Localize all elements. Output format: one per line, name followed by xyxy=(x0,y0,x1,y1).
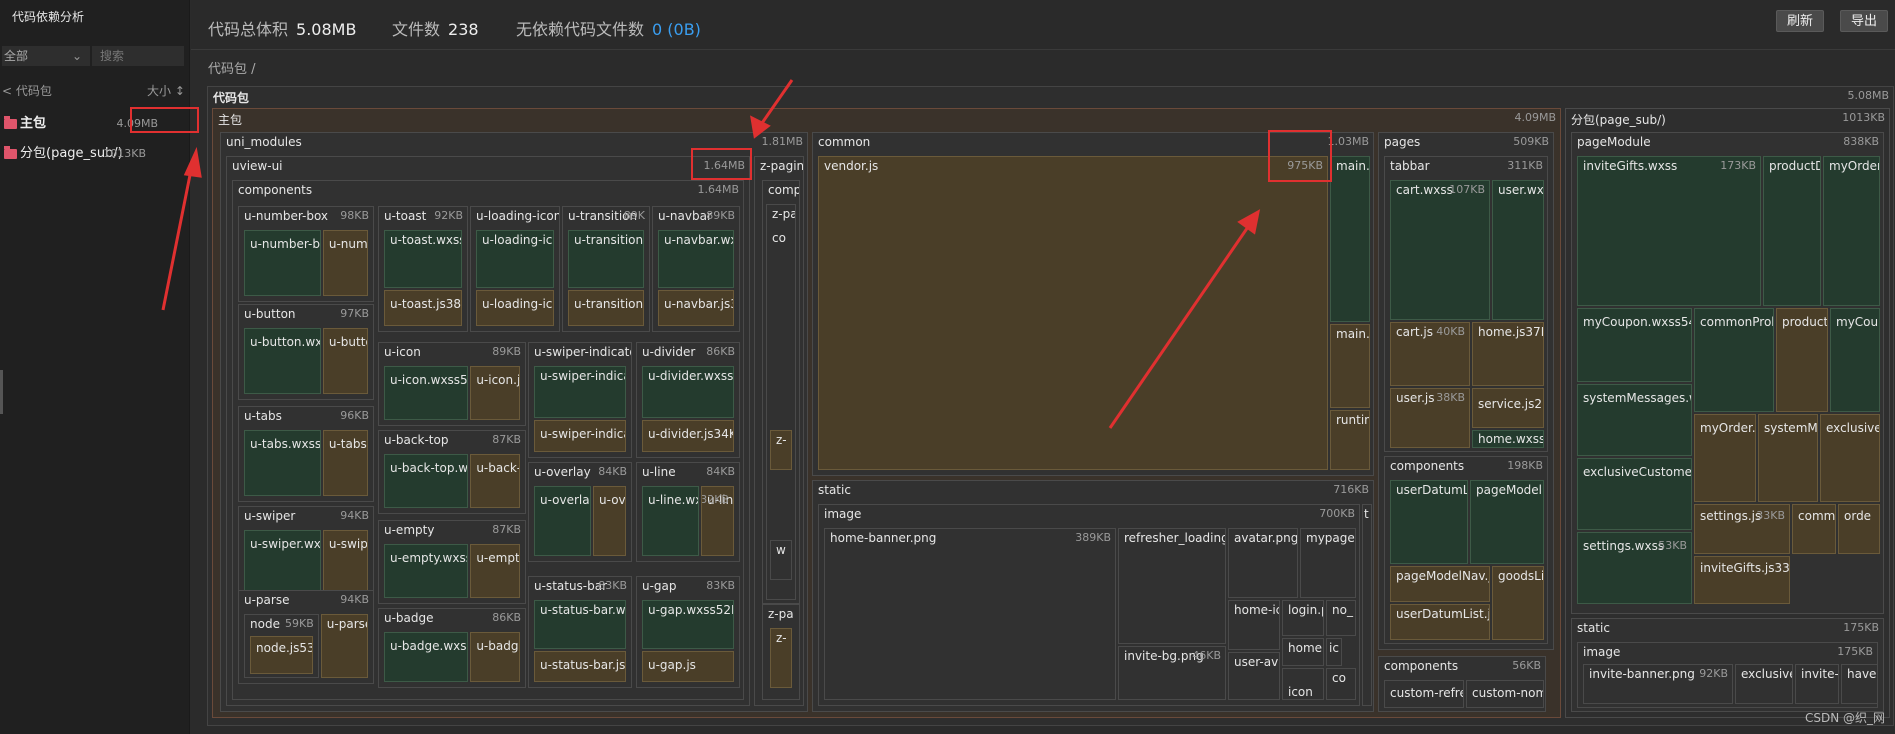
arrow-head xyxy=(1237,209,1261,235)
annotation-arrows xyxy=(161,79,1261,429)
arrow-line xyxy=(758,79,794,127)
arrow-line xyxy=(1108,223,1252,429)
arrow-line xyxy=(161,159,195,311)
watermark: CSDN @织_网 xyxy=(1804,711,1885,725)
arrow-head xyxy=(750,115,771,139)
arrow-head xyxy=(183,146,202,178)
